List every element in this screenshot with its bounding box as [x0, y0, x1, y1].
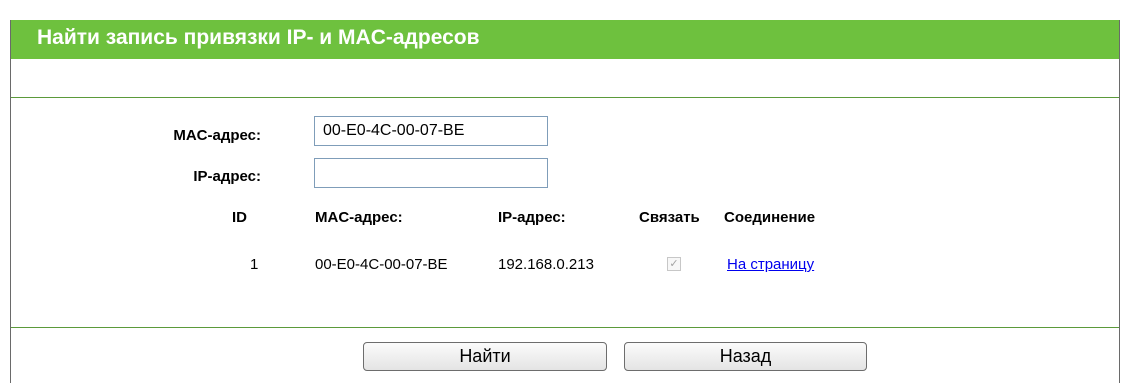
title-bar: Найти запись привязки IP- и MAC-адресов: [11, 20, 1119, 59]
ip-address-label: IP-адрес:: [193, 168, 261, 185]
row-ip-address: 192.168.0.213: [498, 256, 594, 273]
column-header-mac: MAC-адрес:: [315, 209, 403, 226]
bind-checkbox: ✓: [667, 257, 681, 271]
column-header-id: ID: [232, 209, 247, 226]
bind-search-panel: Найти запись привязки IP- и MAC-адресов …: [10, 20, 1120, 383]
page-title: Найти запись привязки IP- и MAC-адресов: [37, 26, 480, 49]
divider-top: [11, 97, 1119, 98]
back-button[interactable]: Назад: [624, 342, 867, 371]
row-id: 1: [250, 256, 259, 273]
column-header-link: Соединение: [724, 209, 816, 226]
divider-bottom: [11, 327, 1119, 328]
check-icon: ✓: [669, 258, 679, 270]
go-to-page-link[interactable]: На страницу: [727, 256, 814, 273]
find-button[interactable]: Найти: [363, 342, 607, 371]
mac-address-label: MAC-адрес:: [173, 127, 261, 144]
row-mac-address: 00-E0-4C-00-07-BE: [315, 256, 448, 273]
ip-address-input[interactable]: [314, 158, 548, 188]
column-header-bind: Связать: [639, 209, 700, 226]
column-header-ip: IP-адрес:: [498, 209, 566, 226]
mac-address-input[interactable]: [314, 116, 548, 146]
